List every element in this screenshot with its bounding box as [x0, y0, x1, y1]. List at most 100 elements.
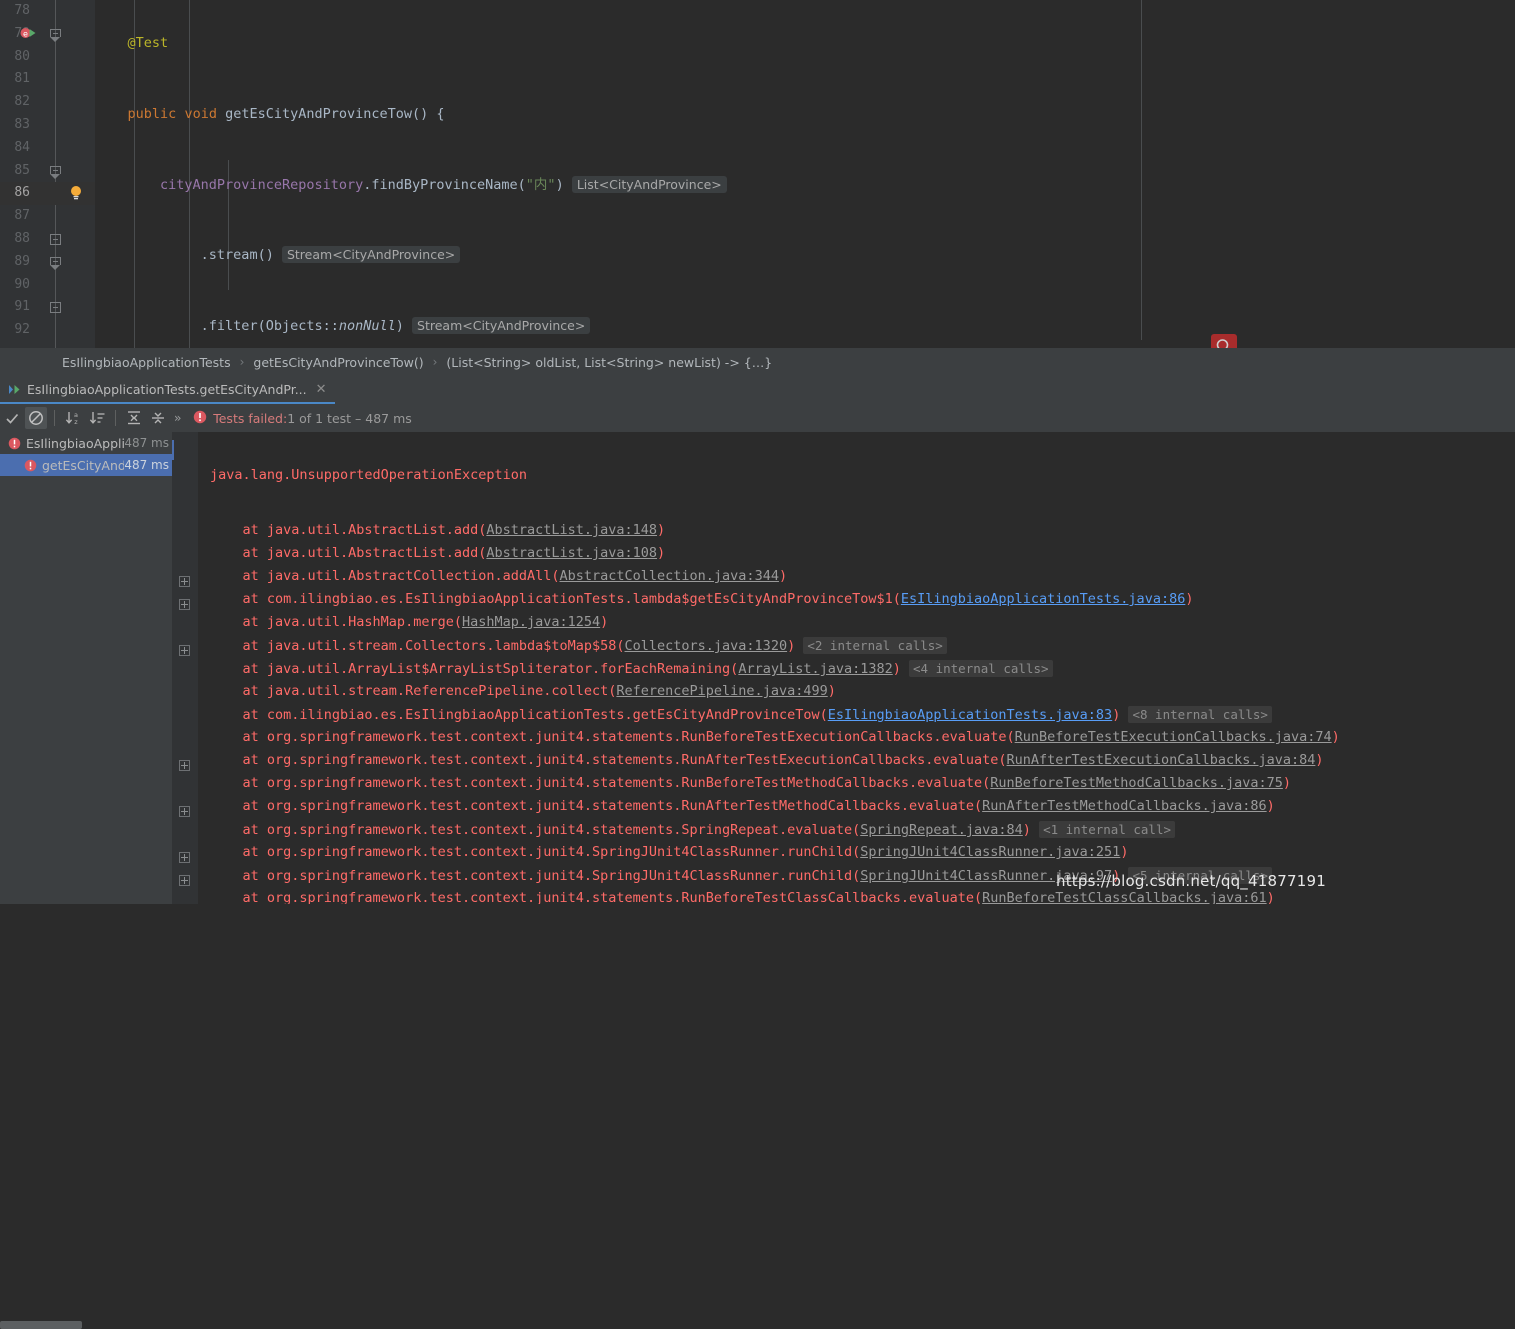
- stack-frame-link[interactable]: ReferencePipeline.java:499: [616, 683, 827, 699]
- stack-frame-text: at org.springframework.test.context.juni…: [210, 798, 983, 814]
- editor-gutter[interactable]: 78 79 e 80 81 82 83 84 85 86: [0, 0, 95, 348]
- stack-frame-link[interactable]: RunBeforeTestExecutionCallbacks.java:74: [1015, 729, 1332, 745]
- error-icon: [8, 437, 21, 450]
- expand-frames-toggle[interactable]: [179, 645, 190, 656]
- fold-toggle[interactable]: [50, 233, 61, 245]
- test-tree-label: EsIlingbiaoApplica: [26, 435, 125, 451]
- run-test-gutter-icon[interactable]: e: [20, 26, 37, 42]
- code-text: .filter(Objects::: [200, 318, 339, 335]
- internal-calls-badge[interactable]: <4 internal calls>: [909, 660, 1053, 677]
- stack-frame-link[interactable]: AbstractCollection.java:344: [560, 568, 779, 584]
- stack-frame-text: at com.ilingbiao.es.EsIlingbiaoApplicati…: [210, 707, 828, 723]
- stack-frame[interactable]: at org.springframework.test.context.juni…: [198, 818, 1515, 841]
- internal-calls-badge[interactable]: <1 internal call>: [1039, 821, 1175, 838]
- stack-frame[interactable]: at org.springframework.test.context.juni…: [198, 726, 1515, 749]
- stack-frame[interactable]: at org.springframework.test.context.juni…: [198, 772, 1515, 795]
- line-number: 87: [14, 208, 30, 224]
- stack-frame-text: ): [827, 683, 836, 699]
- stack-frame[interactable]: at com.ilingbiao.es.EsIlingbiaoApplicati…: [198, 588, 1515, 611]
- collapse-all-button[interactable]: [147, 407, 169, 429]
- stack-frame-link[interactable]: ArrayList.java:1382: [738, 661, 892, 677]
- search-icon[interactable]: [1211, 334, 1237, 348]
- stack-frame-text: ): [1331, 729, 1340, 745]
- test-status-title: Tests failed:: [213, 410, 288, 426]
- breadcrumb-item-class[interactable]: EsIlingbiaoApplicationTests: [62, 355, 231, 370]
- fold-toggle[interactable]: [50, 302, 61, 314]
- stack-frame[interactable]: at java.util.AbstractList.add(AbstractLi…: [198, 542, 1515, 565]
- test-tree-row-method[interactable]: getEsCityAndP 487 ms: [0, 454, 172, 476]
- code-line-79: public void getEsCityAndProvinceTow() {: [95, 103, 1515, 126]
- stack-frame-link[interactable]: RunBeforeTestClassCallbacks.java:61: [982, 890, 1266, 904]
- sort-by-duration-button[interactable]: [86, 407, 108, 429]
- internal-calls-badge[interactable]: <2 internal calls>: [803, 637, 947, 654]
- stack-frame[interactable]: at org.springframework.test.context.juni…: [198, 841, 1515, 864]
- expand-all-button[interactable]: [123, 407, 145, 429]
- toolbar-overflow-button[interactable]: »: [170, 411, 185, 425]
- stack-frame-text: ): [1120, 844, 1129, 860]
- stack-frame-text: ): [778, 568, 788, 584]
- horizontal-scrollbar[interactable]: [0, 1321, 82, 1329]
- stack-frame-link[interactable]: Collectors.java:1320: [625, 638, 788, 654]
- breadcrumb-item-lambda[interactable]: (List<String> oldList, List<String> newL…: [446, 355, 772, 370]
- intention-bulb-icon[interactable]: [69, 185, 83, 201]
- fold-toggle[interactable]: [50, 28, 61, 42]
- stack-frame-text: ): [1266, 798, 1275, 814]
- line-number: 78: [14, 3, 30, 18]
- fold-toggle[interactable]: [50, 256, 61, 270]
- expand-frames-toggle[interactable]: [179, 760, 190, 771]
- hide-passed-tests-button[interactable]: [25, 407, 47, 429]
- stack-frame[interactable]: at java.util.stream.ReferencePipeline.co…: [198, 680, 1515, 703]
- test-tree-row-class[interactable]: EsIlingbiaoApplica 487 ms: [0, 432, 172, 454]
- stack-frame-link[interactable]: EsIlingbiaoApplicationTests.java:83: [828, 707, 1112, 723]
- expand-frames-toggle[interactable]: [179, 852, 190, 863]
- stack-frame-link[interactable]: AbstractList.java:148: [486, 522, 657, 538]
- stack-frame-text: at org.springframework.test.context.juni…: [210, 844, 861, 860]
- breadcrumb-item-method[interactable]: getEsCityAndProvinceTow(): [253, 355, 423, 370]
- stack-trace[interactable]: java.lang.UnsupportedOperationException …: [198, 432, 1515, 904]
- stack-frame[interactable]: at org.springframework.test.context.juni…: [198, 749, 1515, 772]
- static-method-ref: nonNull: [338, 318, 396, 335]
- stack-frame[interactable]: at java.util.ArrayList$ArrayListSplitera…: [198, 657, 1515, 680]
- expand-frames-toggle[interactable]: [179, 599, 190, 610]
- code-line-82: .filter(Objects::nonNull) Stream<CityAnd…: [95, 315, 1515, 338]
- string-literal: "内": [525, 176, 556, 193]
- stack-frame-link[interactable]: SpringRepeat.java:84: [860, 822, 1023, 838]
- expand-frames-toggle[interactable]: [179, 576, 190, 587]
- test-annotation: @Test: [127, 35, 169, 51]
- stack-frame[interactable]: at com.ilingbiao.es.EsIlingbiaoApplicati…: [198, 703, 1515, 726]
- tab-test-run[interactable]: EsIlingbiaoApplicationTests.getEsCityAnd…: [0, 376, 335, 404]
- stack-frame-link[interactable]: AbstractList.java:108: [486, 545, 657, 561]
- breadcrumb[interactable]: EsIlingbiaoApplicationTests › getEsCityA…: [0, 348, 1515, 376]
- sort-alphabetically-button[interactable]: a z: [62, 407, 84, 429]
- svg-text:e: e: [23, 29, 28, 38]
- editor-code-area[interactable]: @Test public void getEsCityAndProvinceTo…: [95, 0, 1515, 348]
- stack-frame-link[interactable]: HashMap.java:1254: [462, 614, 600, 630]
- stack-frame-link[interactable]: RunAfterTestExecutionCallbacks.java:84: [1007, 752, 1316, 768]
- expand-frames-toggle[interactable]: [179, 875, 190, 886]
- stack-frame[interactable]: at org.springframework.test.context.juni…: [198, 795, 1515, 818]
- code-text: ): [555, 176, 564, 193]
- stack-frame[interactable]: at java.util.AbstractCollection.addAll(A…: [198, 565, 1515, 588]
- stack-frame-link[interactable]: SpringJUnit4ClassRunner.java:251: [860, 844, 1120, 860]
- test-runner-toolbar[interactable]: a z » Tests failed: 1 of 1 test – 487 ms: [0, 404, 1515, 433]
- exception-header: java.lang.UnsupportedOperationException: [210, 467, 527, 483]
- code-line-80: cityAndProvinceRepository.findByProvince…: [95, 174, 1515, 197]
- stack-frame[interactable]: at java.util.stream.Collectors.lambda$to…: [198, 634, 1515, 657]
- code-editor[interactable]: 78 79 e 80 81 82 83 84 85 86: [0, 0, 1515, 348]
- test-output-console[interactable]: java.lang.UnsupportedOperationException …: [172, 432, 1515, 904]
- test-results-tree[interactable]: EsIlingbiaoApplica 487 ms getEsCityAndP …: [0, 432, 172, 1329]
- close-icon[interactable]: ✕: [316, 382, 327, 397]
- stack-frame-link[interactable]: EsIlingbiaoApplicationTests.java:86: [901, 591, 1185, 607]
- fold-toggle[interactable]: [50, 165, 61, 179]
- type-hint: Stream<CityAndProvince>: [281, 246, 461, 264]
- stack-frame-link[interactable]: RunBeforeTestMethodCallbacks.java:75: [990, 775, 1283, 791]
- stack-frame-text: at java.util.AbstractList.add(: [210, 545, 487, 561]
- expand-frames-toggle[interactable]: [179, 806, 190, 817]
- toolbar-separator: [54, 410, 55, 426]
- stack-frame[interactable]: at java.util.HashMap.merge(HashMap.java:…: [198, 611, 1515, 634]
- line-number: 84: [14, 139, 30, 155]
- stack-frame[interactable]: at java.util.AbstractList.add(AbstractLi…: [198, 519, 1515, 542]
- rerun-failed-tests-button[interactable]: [1, 407, 23, 429]
- stack-frame-link[interactable]: RunAfterTestMethodCallbacks.java:86: [982, 798, 1266, 814]
- internal-calls-badge[interactable]: <8 internal calls>: [1128, 706, 1272, 723]
